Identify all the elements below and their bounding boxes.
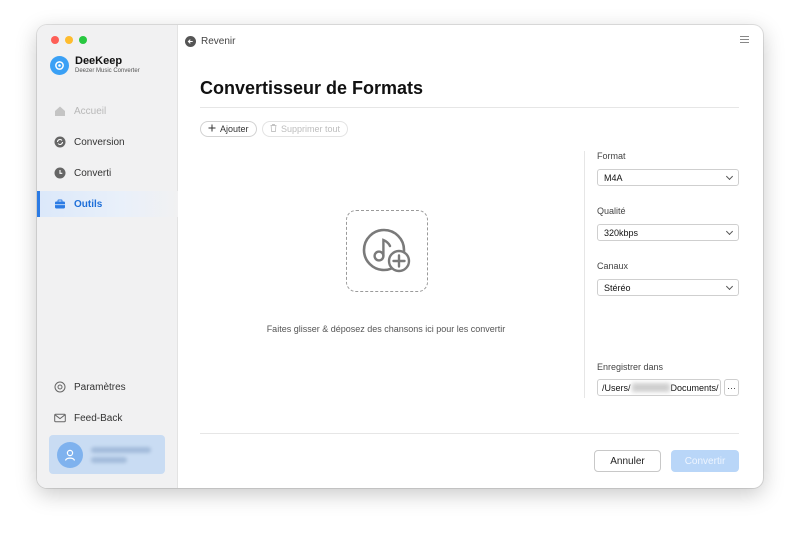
- app-logo-icon: [50, 55, 69, 75]
- remove-all-label: Supprimer tout: [281, 124, 341, 134]
- sidebar-item-parametres[interactable]: Paramètres: [37, 374, 178, 400]
- divider: [200, 433, 739, 434]
- drop-hint-text: Faites glisser & déposez des chansons ic…: [266, 324, 506, 334]
- app-subtitle: Deezer Music Converter: [75, 68, 140, 74]
- format-label: Format: [597, 151, 626, 161]
- format-select[interactable]: M4A: [597, 169, 739, 186]
- main-panel: Revenir Convertisseur de Formats Ajouter…: [178, 25, 763, 488]
- sidebar-item-accueil[interactable]: Accueil: [37, 98, 178, 124]
- drop-zone[interactable]: [346, 210, 428, 292]
- browse-button[interactable]: ···: [724, 379, 739, 396]
- sidebar-item-label: Accueil: [74, 105, 107, 117]
- chevron-down-icon: [725, 172, 734, 180]
- close-window-button[interactable]: [51, 36, 59, 44]
- avatar: [57, 441, 83, 468]
- quality-label: Qualité: [597, 206, 626, 216]
- menu-icon[interactable]: [740, 36, 749, 45]
- chevron-down-icon: [725, 227, 734, 235]
- cancel-button[interactable]: Annuler: [594, 450, 661, 472]
- quality-select[interactable]: 320kbps: [597, 224, 739, 241]
- clock-icon: [54, 167, 66, 179]
- redacted-username: [631, 383, 670, 392]
- vertical-divider: [584, 151, 585, 398]
- page-title: Convertisseur de Formats: [200, 78, 424, 98]
- add-button[interactable]: Ajouter: [200, 121, 257, 137]
- sidebar-item-conversion[interactable]: Conversion: [37, 129, 178, 155]
- conversion-icon: [54, 136, 66, 148]
- window-controls: [51, 36, 87, 44]
- zoom-window-button[interactable]: [79, 36, 87, 44]
- sidebar-item-label: Converti: [74, 167, 112, 179]
- save-path-field[interactable]: /Users/ Documents/: [597, 379, 721, 396]
- sidebar: DeeKeep Deezer Music Converter Accueil C…: [37, 25, 178, 488]
- remove-all-button[interactable]: Supprimer tout: [262, 121, 349, 137]
- sidebar-item-label: Paramètres: [74, 381, 126, 393]
- channels-select[interactable]: Stéréo: [597, 279, 739, 296]
- back-button[interactable]: Revenir: [185, 36, 235, 47]
- minimize-window-button[interactable]: [65, 36, 73, 44]
- user-account-card[interactable]: [49, 435, 165, 474]
- format-value: M4A: [604, 172, 623, 183]
- trash-icon: [270, 124, 277, 134]
- channels-value: Stéréo: [604, 282, 631, 293]
- app-name: DeeKeep: [75, 55, 123, 67]
- sidebar-item-converti[interactable]: Converti: [37, 160, 178, 186]
- save-path-start: /Users/: [602, 382, 631, 393]
- sidebar-item-outils[interactable]: Outils: [37, 191, 178, 217]
- gear-icon: [54, 381, 66, 393]
- redacted-user-info: [91, 443, 151, 467]
- sidebar-item-feedback[interactable]: Feed-Back: [37, 405, 178, 431]
- user-icon: [64, 449, 76, 461]
- quality-value: 320kbps: [604, 227, 639, 238]
- music-add-icon: [362, 228, 411, 273]
- sidebar-item-label: Feed-Back: [74, 412, 123, 424]
- save-location-label: Enregistrer dans: [597, 362, 664, 372]
- plus-icon: [208, 124, 216, 134]
- app-window: DeeKeep Deezer Music Converter Accueil C…: [37, 25, 763, 488]
- sidebar-item-label: Outils: [74, 198, 103, 210]
- back-label: Revenir: [201, 36, 236, 47]
- mail-icon: [54, 412, 66, 424]
- divider: [200, 107, 739, 108]
- add-label: Ajouter: [220, 124, 249, 134]
- convert-button[interactable]: Convertir: [671, 450, 739, 472]
- sidebar-item-label: Conversion: [74, 136, 125, 148]
- toolbox-icon: [54, 198, 66, 210]
- brand: DeeKeep Deezer Music Converter: [50, 55, 140, 75]
- home-icon: [54, 105, 66, 117]
- back-arrow-icon: [185, 36, 196, 47]
- chevron-down-icon: [725, 282, 734, 290]
- channels-label: Canaux: [597, 261, 629, 271]
- save-path-end: Documents/: [670, 382, 719, 393]
